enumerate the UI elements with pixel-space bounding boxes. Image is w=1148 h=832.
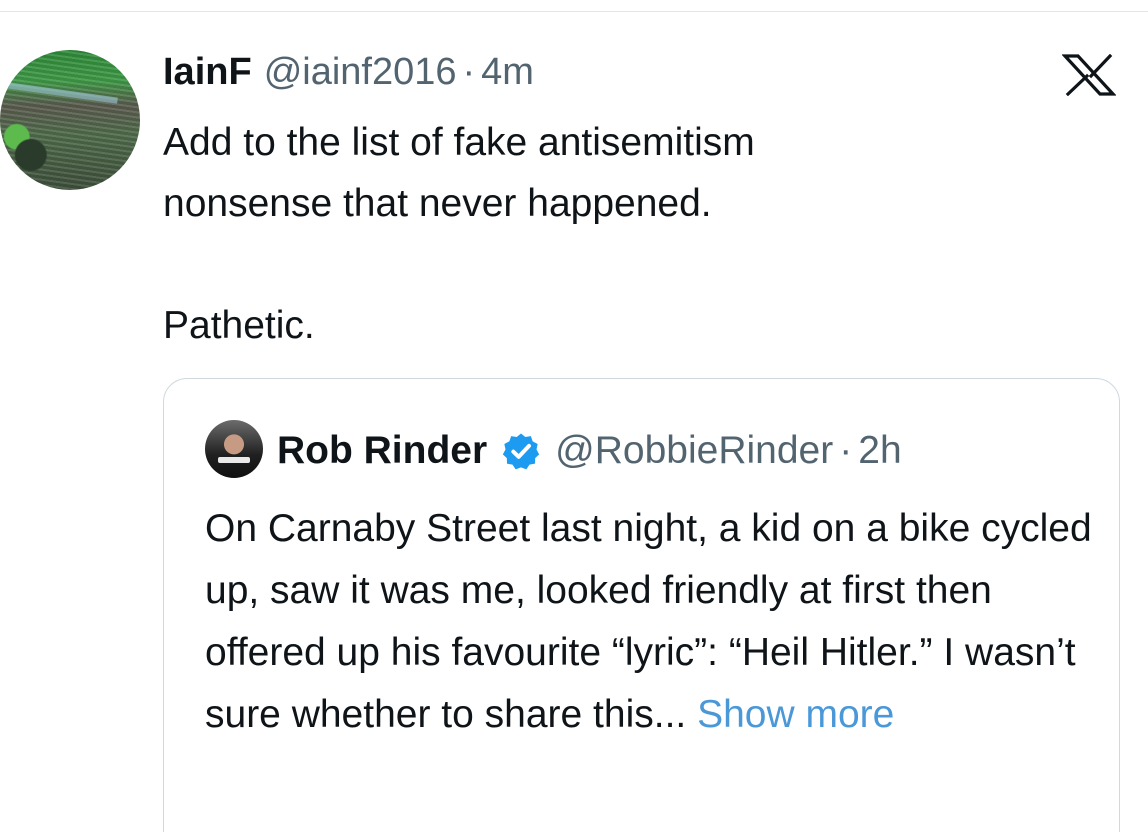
author-handle[interactable]: @iainf2016 (264, 50, 457, 94)
show-more-link[interactable]: Show more (697, 693, 894, 736)
quoted-author-avatar[interactable] (205, 420, 263, 478)
post-header: IainF @iainf2016 · 4m (163, 50, 534, 94)
top-divider (0, 11, 1148, 12)
quoted-header-separator: · (839, 429, 853, 472)
post-timestamp[interactable]: 4m (481, 50, 534, 94)
verified-badge-icon (503, 433, 540, 470)
header-separator: · (462, 51, 476, 93)
post-text: Add to the list of fake antisemitism non… (163, 121, 755, 347)
quoted-post-body: On Carnaby Street last night, a kid on a… (205, 507, 1092, 736)
author-avatar[interactable] (0, 50, 140, 190)
quoted-post-header: Rob Rinder @RobbieRinder · 2h (277, 428, 902, 474)
quoted-post-timestamp[interactable]: 2h (858, 428, 901, 474)
quoted-author-display-name[interactable]: Rob Rinder (277, 428, 487, 474)
x-logo-icon[interactable] (1062, 54, 1116, 96)
author-display-name[interactable]: IainF (163, 50, 252, 94)
quoted-post-text: On Carnaby Street last night, a kid on a… (205, 498, 1105, 746)
quoted-author-handle[interactable]: @RobbieRinder (555, 428, 833, 474)
